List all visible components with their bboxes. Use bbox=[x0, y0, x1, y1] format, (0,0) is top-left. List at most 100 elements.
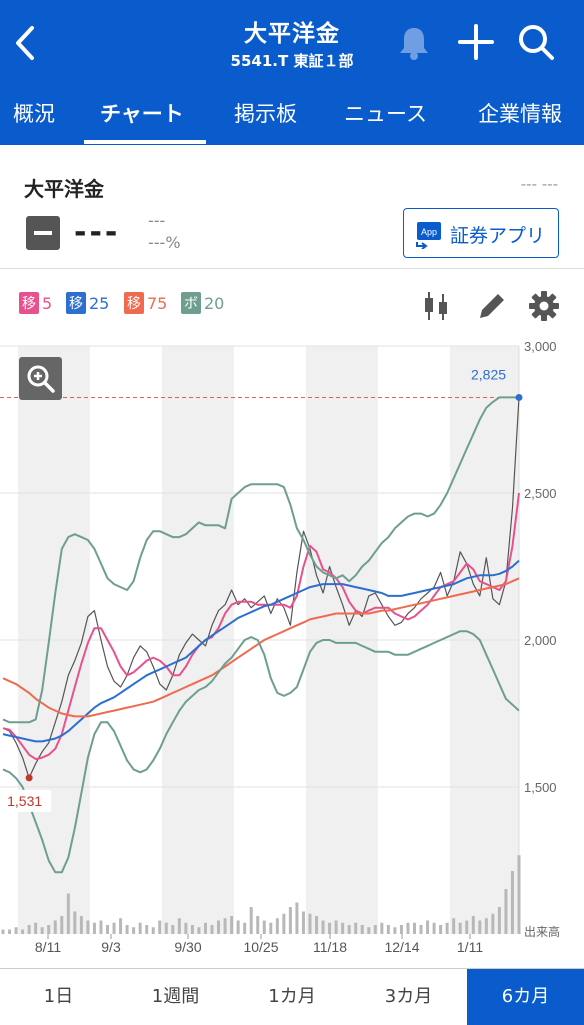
page-title: 大平洋金 bbox=[244, 21, 340, 47]
tab-bar: 概況 チャート 掲示板 ニュース 企業情報 bbox=[0, 86, 584, 145]
volume-bar bbox=[328, 922, 332, 934]
volume-bar bbox=[510, 871, 514, 934]
title-block: 大平洋金 5541.T 東証１部 bbox=[150, 14, 434, 71]
tab-company[interactable]: 企業情報 bbox=[478, 98, 562, 128]
page-subtitle: 5541.T 東証１部 bbox=[230, 52, 354, 70]
volume-bar bbox=[40, 927, 44, 934]
volume-bar bbox=[145, 925, 149, 934]
volume-bar bbox=[288, 907, 292, 934]
legend-ma75[interactable]: 移 75 bbox=[124, 292, 167, 314]
stock-time: --- --- bbox=[520, 175, 558, 193]
back-arrow-icon[interactable] bbox=[10, 22, 40, 64]
volume-bar bbox=[106, 925, 110, 934]
legend-ma5[interactable]: 移 5 bbox=[19, 292, 52, 314]
volume-bar bbox=[1, 929, 5, 934]
volume-bar bbox=[60, 916, 64, 934]
volume-bar bbox=[66, 893, 70, 934]
active-tab-indicator bbox=[84, 140, 206, 144]
x-tick-label: 9/3 bbox=[101, 939, 121, 955]
volume-bar bbox=[458, 922, 462, 934]
volume-bar bbox=[34, 922, 38, 934]
stock-chart[interactable]: 3,000 2,500 2,000 1,500 出来高 2,825 1,531 8/11 9/3… bbox=[0, 339, 584, 968]
volume-bar bbox=[471, 916, 475, 934]
header-bar: 大平洋金 5541.T 東証１部 概況 チャート 掲示板 ニュース 企業情報 bbox=[0, 0, 584, 145]
tab-overview[interactable]: 概況 bbox=[13, 98, 55, 128]
tab-news[interactable]: ニュース bbox=[344, 98, 427, 128]
app-icon: App bbox=[416, 222, 441, 249]
y-tick-label: 2,500 bbox=[524, 486, 557, 501]
legend-bollinger[interactable]: ボ 20 bbox=[181, 292, 224, 314]
volume-bar bbox=[367, 927, 371, 934]
low-marker bbox=[25, 774, 33, 782]
legend-value: 20 bbox=[204, 293, 225, 313]
legend-chip: 移 bbox=[124, 292, 144, 314]
app-button-label: 証券アプリ bbox=[450, 225, 546, 247]
volume-bar bbox=[8, 929, 12, 934]
volume-bar bbox=[504, 889, 508, 934]
volume-bar bbox=[53, 920, 57, 934]
volume-bar bbox=[47, 925, 51, 934]
securities-app-button[interactable]: App 証券アプリ bbox=[403, 208, 559, 258]
price-change: --- bbox=[148, 211, 166, 230]
volume-bar bbox=[334, 920, 338, 934]
volume-bar bbox=[452, 918, 456, 934]
pencil-icon[interactable] bbox=[476, 290, 508, 322]
bell-icon[interactable] bbox=[396, 24, 432, 62]
x-tick-label: 11/18 bbox=[313, 939, 347, 955]
period-1w[interactable]: 1週間 bbox=[117, 969, 234, 1025]
volume-bar bbox=[315, 916, 319, 934]
period-1m[interactable]: 1カ月 bbox=[234, 969, 350, 1025]
legend-value: 75 bbox=[147, 293, 168, 313]
volume-bar bbox=[282, 913, 286, 934]
volume-bar bbox=[256, 916, 260, 934]
x-tick-label: 8/11 bbox=[35, 939, 61, 955]
volume-bar bbox=[223, 918, 227, 934]
y-tick-label: 3,000 bbox=[524, 340, 557, 354]
volume-label: 出来高 bbox=[524, 924, 560, 939]
volume-bar bbox=[92, 922, 96, 934]
volume-bar bbox=[426, 920, 430, 934]
volume-bar bbox=[439, 925, 443, 934]
volume-bar bbox=[79, 916, 83, 934]
volume-bar bbox=[275, 918, 279, 934]
volume-bar bbox=[197, 927, 201, 934]
high-price-label: 2,825 bbox=[471, 366, 506, 382]
zoom-button[interactable] bbox=[19, 357, 62, 400]
volume-bar bbox=[380, 922, 384, 934]
plus-icon[interactable] bbox=[456, 22, 496, 62]
legend-value: 25 bbox=[89, 293, 110, 313]
x-tick-label: 12/14 bbox=[384, 939, 419, 955]
tab-chart[interactable]: チャート bbox=[100, 98, 184, 128]
price-change-percent: ---% bbox=[148, 233, 181, 252]
volume-bar bbox=[190, 925, 194, 934]
y-tick-label: 2,000 bbox=[524, 633, 557, 648]
volume-bar bbox=[184, 922, 188, 934]
tab-board[interactable]: 掲示板 bbox=[234, 98, 297, 128]
volume-bar bbox=[386, 925, 390, 934]
period-3m[interactable]: 3カ月 bbox=[350, 969, 467, 1025]
low-price-label: 1,531 bbox=[7, 793, 42, 809]
y-tick-label: 1,500 bbox=[524, 780, 557, 795]
volume-bar bbox=[491, 913, 495, 934]
volume-bar bbox=[132, 927, 136, 934]
volume-bar bbox=[217, 920, 221, 934]
volume-bar bbox=[347, 925, 351, 934]
volume-bar bbox=[360, 925, 364, 934]
volume-bar bbox=[243, 922, 247, 934]
volume-bar bbox=[14, 927, 18, 934]
volume-bar bbox=[393, 927, 397, 934]
legend-ma25[interactable]: 移 25 bbox=[66, 292, 109, 314]
volume-bar bbox=[406, 922, 410, 934]
x-tick-label: 9/30 bbox=[174, 939, 201, 955]
volume-bar bbox=[445, 922, 449, 934]
search-icon[interactable] bbox=[516, 22, 556, 62]
period-1d[interactable]: 1日 bbox=[0, 969, 117, 1025]
gear-icon[interactable] bbox=[528, 290, 560, 322]
volume-bar bbox=[301, 911, 305, 934]
legend-chip: 移 bbox=[66, 292, 86, 314]
period-6m[interactable]: 6カ月 bbox=[467, 969, 584, 1025]
volume-bar bbox=[203, 922, 207, 934]
candlestick-icon[interactable] bbox=[421, 290, 453, 322]
volume-bar bbox=[308, 913, 312, 934]
stock-name: 大平洋金 bbox=[24, 177, 104, 201]
